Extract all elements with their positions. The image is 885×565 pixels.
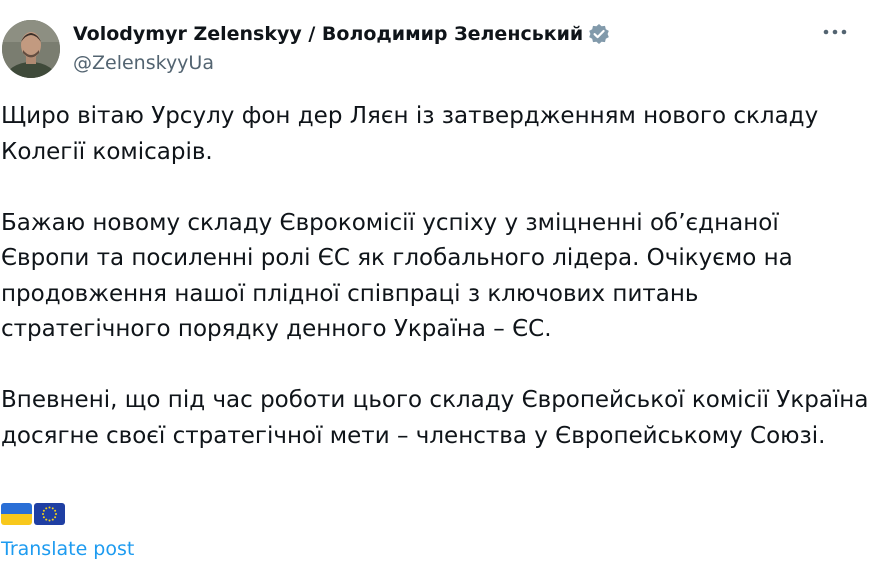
tweet-paragraph: Бажаю новому складу Єврокомісії успіху у… [1,209,793,343]
author-names: Volodymyr Zelenskyy / Володимир Зеленськ… [73,22,610,74]
avatar[interactable] [2,20,60,78]
flag-ukraine-icon [1,503,32,525]
tweet-text: Щиро вітаю Урсулу фон дер Ляєн із затвер… [1,99,871,490]
tweet-paragraph: Щиро вітаю Урсулу фон дер Ляєн із затвер… [1,103,819,165]
verified-badge-icon[interactable] [588,23,610,45]
author-handle[interactable]: @ZelenskyyUa [73,52,610,74]
flag-european-union-icon [34,503,65,525]
translate-post-link[interactable]: Translate post [1,538,134,560]
display-name[interactable]: Volodymyr Zelenskyy / Володимир Зеленськ… [73,23,583,45]
more-horizontal-icon[interactable] [823,28,847,36]
tweet-header: Volodymyr Zelenskyy / Володимир Зеленськ… [0,14,885,80]
avatar-photo [2,20,60,78]
flag-emojis [1,503,65,525]
tweet-paragraph: Впевнені, що під час роботи цього складу… [1,387,869,449]
display-name-row: Volodymyr Zelenskyy / Володимир Зеленськ… [73,22,610,46]
